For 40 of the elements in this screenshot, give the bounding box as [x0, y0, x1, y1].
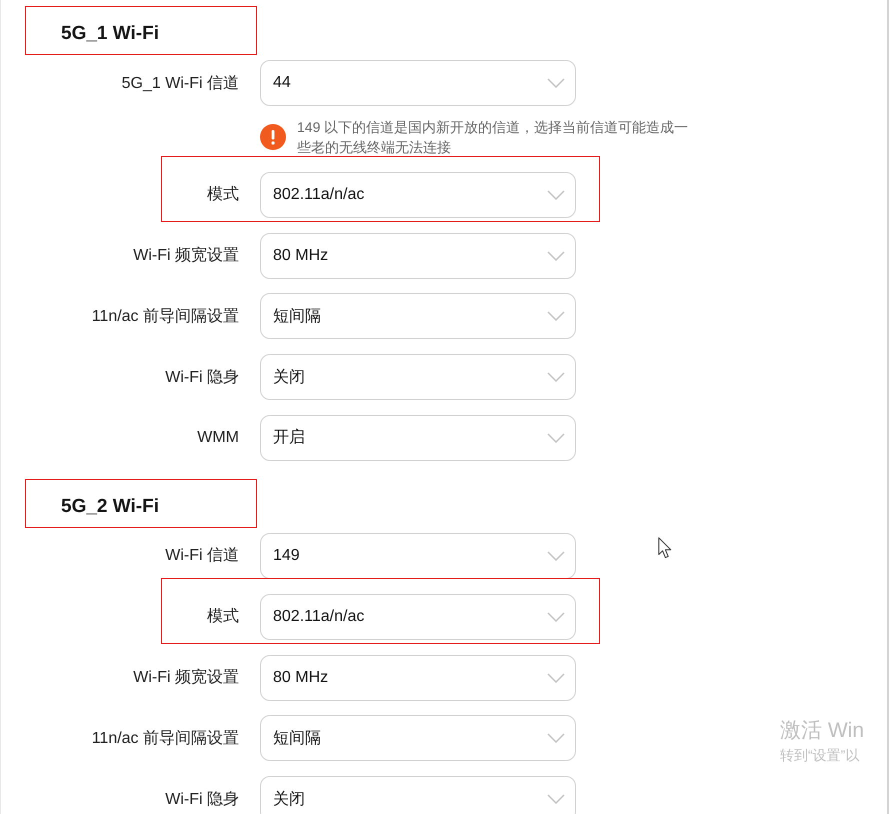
field-label: 11n/ac 前导间隔设置: [92, 728, 239, 749]
field-label: 11n/ac 前导间隔设置: [92, 306, 239, 327]
chevron-down-icon: [547, 78, 565, 88]
chevron-down-icon: [547, 250, 565, 261]
dropdown-select[interactable]: 44: [260, 60, 576, 106]
chevron-down-icon: [547, 432, 565, 443]
dropdown-select[interactable]: 80 MHz: [260, 232, 576, 279]
dropdown-select[interactable]: 开启: [260, 414, 576, 461]
chevron-down-icon: [547, 550, 565, 561]
chevron-down-icon: [547, 672, 565, 683]
field-label: Wi-Fi 隐身: [165, 368, 239, 388]
field-label: WMM: [197, 428, 239, 447]
dropdown-select[interactable]: 短间隔: [260, 293, 576, 340]
activation-notice-title: 激活 Win: [780, 718, 864, 744]
section-title: 5G_1 Wi-Fi: [61, 23, 160, 45]
warning-icon: [260, 124, 286, 150]
field-label: 5G_1 Wi-Fi 信道: [122, 74, 239, 94]
dropdown-select[interactable]: 80 MHz: [260, 654, 576, 701]
dropdown-select[interactable]: 短间隔: [260, 715, 576, 762]
chevron-down-icon: [547, 733, 565, 744]
dropdown-select[interactable]: 149: [260, 532, 576, 579]
dropdown-select[interactable]: 关闭: [260, 354, 576, 400]
dropdown-select[interactable]: 关闭: [260, 776, 576, 814]
mouse-pointer-icon: [658, 537, 673, 559]
chevron-down-icon: [547, 190, 565, 200]
field-label: Wi-Fi 频宽设置: [133, 668, 239, 688]
dropdown-select[interactable]: 802.11a/n/ac: [260, 172, 576, 218]
field-label: Wi-Fi 信道: [165, 546, 239, 566]
chevron-down-icon: [547, 311, 565, 322]
field-label: Wi-Fi 隐身: [165, 790, 239, 810]
hint-text: 149 以下的信道是国内新开放的信道，选择当前信道可能造成一些老的无线终端无法连接: [297, 118, 690, 157]
chevron-down-icon: [547, 794, 565, 804]
chevron-down-icon: [547, 372, 565, 382]
dropdown-select[interactable]: 802.11a/n/ac: [260, 594, 576, 640]
chevron-down-icon: [547, 612, 565, 622]
field-label: 模式: [207, 606, 239, 628]
field-label: Wi-Fi 频宽设置: [133, 246, 239, 266]
activation-notice-text: 转到“设置”以: [780, 746, 860, 764]
field-label: 模式: [207, 184, 239, 206]
section-title: 5G_2 Wi-Fi: [61, 496, 160, 518]
